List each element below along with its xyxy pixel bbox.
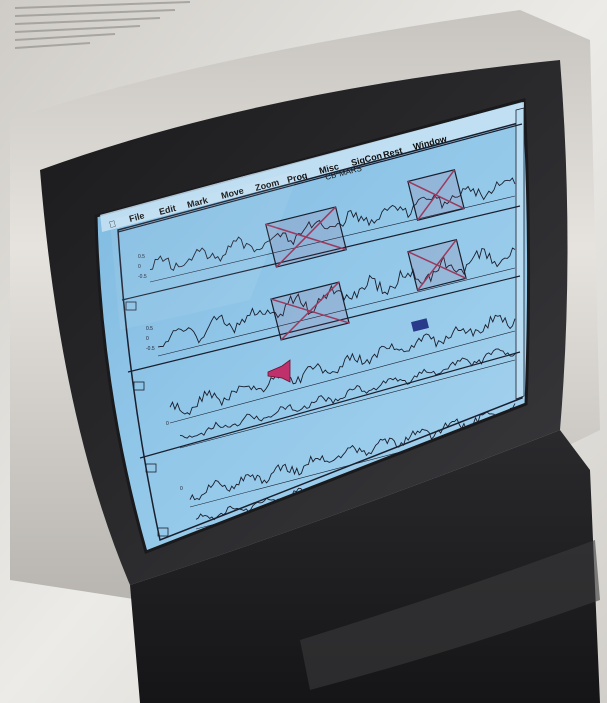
tick-label: -0.5 bbox=[146, 346, 155, 352]
vertical-scrollbar[interactable] bbox=[515, 107, 525, 400]
tick-label: 0 bbox=[180, 486, 183, 492]
photograph-of-crt-monitor:  FileEditMarkMoveZoomProgMiscSigConRest… bbox=[0, 0, 607, 703]
tick-label: 0 bbox=[166, 421, 169, 427]
tick-label: 0 bbox=[146, 336, 149, 342]
tick-label: 0.5 bbox=[146, 326, 153, 332]
